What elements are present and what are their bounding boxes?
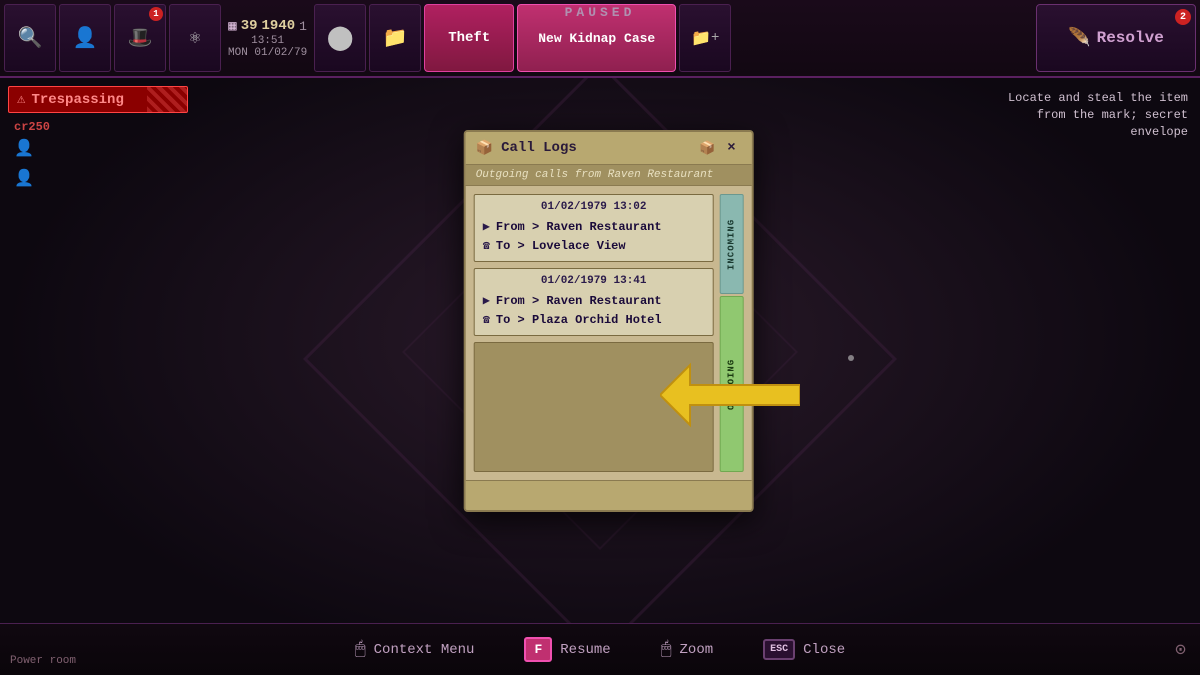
stats-time: 13:51 (251, 35, 284, 47)
zoom-action: 🖱 Zoom (661, 639, 713, 660)
stats-bars-icon: ▦ (228, 18, 236, 35)
modal-subtitle: Outgoing calls from Raven Restaurant (466, 165, 752, 186)
call-entry-2[interactable]: 01/02/1979 13:41 ▶ From > Raven Restaura… (474, 268, 714, 336)
hat-badge: 1 (149, 7, 163, 21)
play-icon-1: ▶ (483, 219, 490, 234)
modal-title: 📦 Call Logs (476, 140, 577, 157)
circle-icon: ⬤ (327, 23, 354, 53)
plus-label: + (711, 30, 719, 46)
close-key[interactable]: ESC (763, 639, 795, 660)
tab-theft-label: Theft (448, 30, 490, 46)
hud-circle-btn[interactable]: ⬤ (314, 4, 366, 72)
trespassing-alert: ⚠ Trespassing (8, 86, 188, 113)
person-icon-small-1: 👤 (14, 138, 34, 158)
tab-kidnap[interactable]: New Kidnap Case (517, 4, 676, 72)
call-1-to: To > Lovelace View (496, 239, 626, 253)
zoom-label: Zoom (680, 642, 714, 658)
hud-folder-btn[interactable]: 📁 (369, 4, 421, 72)
empty-area (474, 342, 714, 472)
hud-top-bar: 🔍 👤 1 🎩 ⚛ ▦ 39 1940 1 13:51 MON 01/02/79… (0, 0, 1200, 78)
box-icon: 📦 (476, 140, 493, 157)
phone-icon-2: ☎ (483, 312, 490, 327)
stats-money: 39 (241, 18, 258, 34)
modal-titlebar: 📦 Call Logs 📦 × (466, 132, 752, 165)
close-label: Close (803, 642, 845, 658)
close-action[interactable]: ESC Close (763, 639, 845, 660)
person-icon: 👤 (73, 25, 98, 51)
power-room-label: Power room (10, 655, 76, 667)
resume-key[interactable]: F (524, 637, 552, 662)
call-2-to-row: ☎ To > Plaza Orchid Hotel (483, 310, 705, 329)
modal-title-icons: 📦 × (699, 138, 742, 158)
stats-year: 1940 (262, 18, 296, 34)
play-icon-2: ▶ (483, 293, 490, 308)
call-1-from-row: ▶ From > Raven Restaurant (483, 217, 705, 236)
resume-label: Resume (560, 642, 610, 658)
folder-icon: 📁 (383, 25, 408, 51)
folder-plus-icon: 📁 (691, 28, 711, 48)
calls-list: 01/02/1979 13:02 ▶ From > Raven Restaura… (474, 194, 714, 472)
incoming-tab-label: INCOMING (727, 218, 737, 269)
box-icon-2: 📦 (699, 141, 715, 156)
hud-stats-panel: ▦ 39 1940 1 13:51 MON 01/02/79 (224, 18, 311, 59)
hud-dna-btn[interactable]: ⚛ (169, 4, 221, 72)
context-menu-icon: 🖱 (355, 639, 366, 660)
call-2-timestamp: 01/02/1979 13:41 (483, 275, 705, 287)
call-2-to: To > Plaza Orchid Hotel (496, 313, 662, 327)
trespassing-label: Trespassing (31, 92, 123, 108)
call-entry-1[interactable]: 01/02/1979 13:02 ▶ From > Raven Restaura… (474, 194, 714, 262)
modal-title-text: Call Logs (501, 140, 577, 156)
cr250-label: cr250 (14, 120, 50, 134)
call-1-to-row: ☎ To > Lovelace View (483, 236, 705, 255)
call-2-from-row: ▶ From > Raven Restaurant (483, 291, 705, 310)
call-logs-modal: 📦 Call Logs 📦 × Outgoing calls from Rave… (464, 130, 754, 512)
scroll-tabs: INCOMING OUTGOING (720, 194, 744, 472)
hud-person-btn[interactable]: 👤 (59, 4, 111, 72)
incoming-tab[interactable]: INCOMING (720, 194, 744, 294)
modal-close-btn[interactable]: × (721, 138, 741, 158)
context-menu-action: 🖱 Context Menu (355, 639, 475, 660)
resolve-label: Resolve (1097, 29, 1164, 47)
search-icon: 🔍 (18, 25, 43, 51)
dna-icon: ⚛ (190, 27, 201, 49)
modal-footer (466, 480, 752, 510)
outgoing-tab[interactable]: OUTGOING (720, 296, 744, 472)
bottom-right-decoration: ⊙ (1175, 639, 1186, 661)
outgoing-tab-label: OUTGOING (727, 358, 737, 409)
tab-theft[interactable]: Theft (424, 4, 514, 72)
context-menu-label: Context Menu (374, 642, 475, 658)
hud-search-btn[interactable]: 🔍 (4, 4, 56, 72)
call-2-from: From > Raven Restaurant (496, 294, 662, 308)
stats-date: MON 01/02/79 (228, 47, 307, 59)
new-case-btn[interactable]: 📁 + (679, 4, 731, 72)
resume-action[interactable]: F Resume (524, 637, 610, 662)
phone-icon-1: ☎ (483, 238, 490, 253)
bottom-bar: 🖱 Context Menu F Resume 🖱 Zoom ESC Close (0, 623, 1200, 675)
alert-icon: ⚠ (17, 91, 25, 108)
feather-icon: 🪶 (1068, 27, 1090, 49)
hud-hat-btn[interactable]: 1 🎩 (114, 4, 166, 72)
modal-body: 01/02/1979 13:02 ▶ From > Raven Restaura… (466, 186, 752, 480)
resolve-badge: 2 (1175, 9, 1191, 25)
person-icon-small-2: 👤 (14, 168, 34, 188)
call-1-timestamp: 01/02/1979 13:02 (483, 201, 705, 213)
call-1-from: From > Raven Restaurant (496, 220, 662, 234)
hat-icon: 🎩 (128, 25, 153, 51)
tab-kidnap-label: New Kidnap Case (538, 31, 655, 46)
mission-text: Locate and steal the item from the mark;… (988, 90, 1188, 140)
resolve-btn[interactable]: 2 🪶 Resolve (1036, 4, 1196, 72)
stats-plus: 1 (299, 19, 307, 34)
zoom-icon: 🖱 (661, 639, 672, 660)
